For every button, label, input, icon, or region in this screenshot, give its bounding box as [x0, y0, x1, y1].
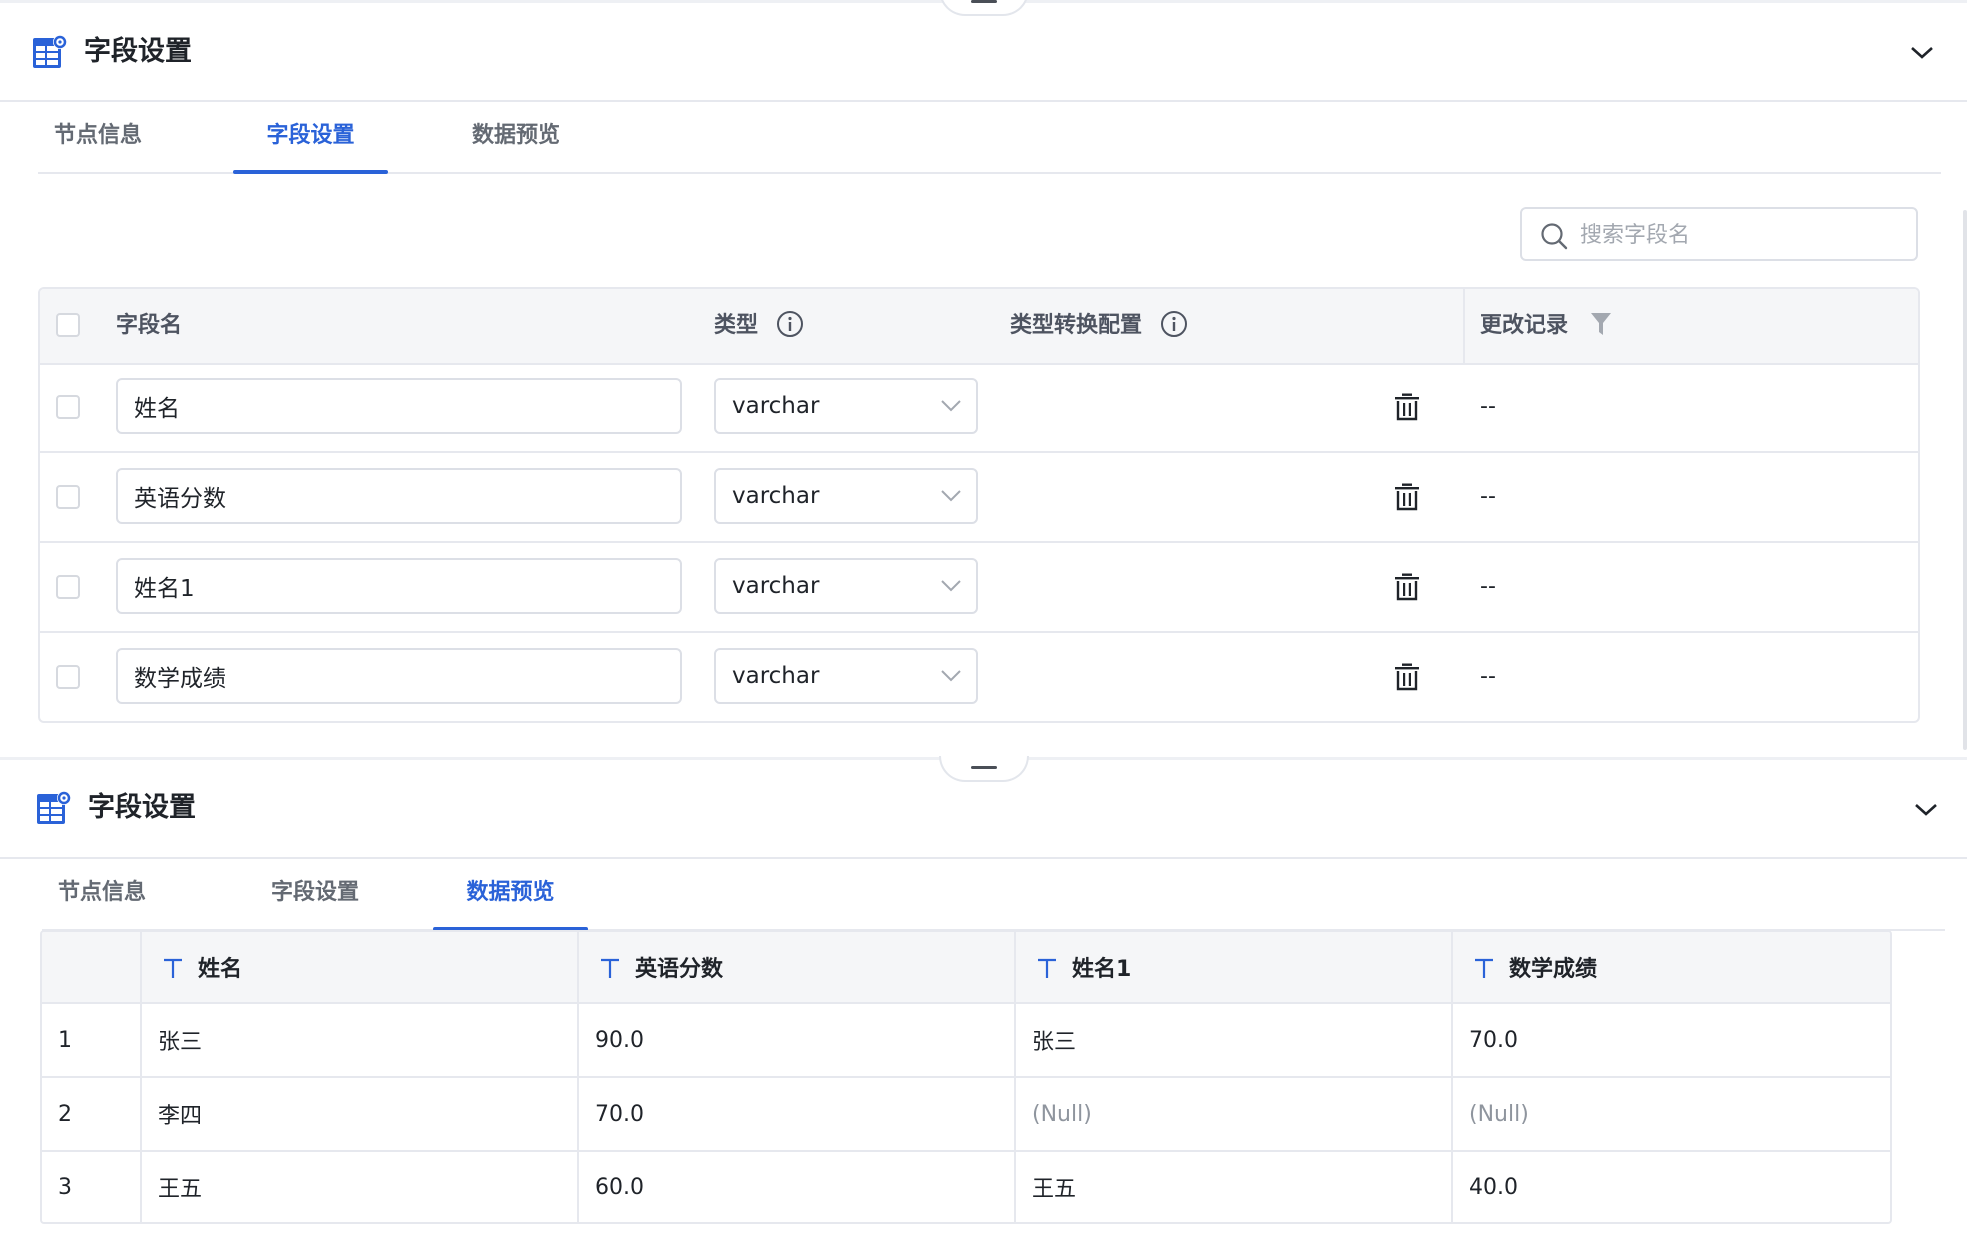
- text-type-icon: [164, 958, 182, 978]
- column-header-field-name: 字段名: [116, 289, 182, 363]
- tab-field-settings[interactable]: 字段设置: [255, 857, 375, 929]
- trash-icon[interactable]: [1392, 572, 1422, 602]
- table-row: varchar --: [40, 633, 1918, 721]
- row-index: 3: [42, 1152, 142, 1222]
- text-type-icon: [1038, 958, 1056, 978]
- text-type-icon: [601, 958, 619, 978]
- tab-node-info[interactable]: 节点信息: [42, 857, 162, 929]
- trash-icon[interactable]: [1392, 482, 1422, 512]
- panel-title: 字段设置: [88, 792, 196, 823]
- column-header: 英语分数: [579, 932, 1016, 1004]
- info-icon[interactable]: [776, 310, 804, 338]
- search-input[interactable]: [1578, 217, 1902, 253]
- tab-bar: 节点信息 字段设置 数据预览: [38, 100, 1941, 174]
- trash-icon[interactable]: [1392, 662, 1422, 692]
- chevron-down-icon: [941, 490, 961, 502]
- table-cell: 60.0: [579, 1152, 1016, 1222]
- column-header-label: 更改记录: [1480, 313, 1569, 338]
- table-row: varchar --: [40, 543, 1918, 633]
- chevron-down-icon[interactable]: [1909, 42, 1935, 62]
- column-header: 姓名1: [1016, 932, 1453, 1004]
- field-table: 字段名 类型 类型转换配置 更改记录 姓名 varchar -- 英语分数 va…: [38, 287, 1920, 723]
- row-checkbox[interactable]: [56, 485, 80, 509]
- column-header-type-conversion: 类型转换配置: [1010, 289, 1188, 363]
- tab-data-preview[interactable]: 数据预览: [433, 857, 588, 931]
- filter-icon[interactable]: [1590, 311, 1612, 337]
- type-select-value: varchar: [732, 663, 820, 689]
- data-preview-table: 姓名 英语分数 姓名1 数学成绩 1 张三 90.0 张三 70.0 2 李四 …: [40, 930, 1892, 1224]
- type-select[interactable]: varchar: [714, 558, 978, 614]
- table-cell: 张三: [142, 1004, 579, 1078]
- type-select[interactable]: varchar: [714, 378, 978, 434]
- table-cell-null: (Null): [1453, 1078, 1890, 1152]
- change-log-value: --: [1480, 484, 1496, 509]
- table-cell: 70.0: [1453, 1004, 1890, 1078]
- tab-node-info[interactable]: 节点信息: [38, 100, 158, 172]
- table-settings-icon: [37, 791, 71, 824]
- table-cell: 王五: [1016, 1152, 1453, 1222]
- row-checkbox[interactable]: [56, 395, 80, 419]
- tab-bar: 节点信息 字段设置 数据预览: [42, 857, 1945, 931]
- table-cell: 李四: [142, 1078, 579, 1152]
- drag-handle-bar: [970, 0, 997, 3]
- table-cell: 王五: [142, 1152, 579, 1222]
- column-header-type: 类型: [714, 289, 804, 363]
- search-box: [1520, 207, 1918, 261]
- column-header-label: 类型: [714, 313, 759, 338]
- row-index-header: [42, 932, 142, 1004]
- row-checkbox[interactable]: [56, 575, 80, 599]
- type-select-value: varchar: [732, 483, 820, 509]
- select-all-checkbox[interactable]: [56, 313, 80, 337]
- field-table-header: 字段名 类型 类型转换配置 更改记录: [40, 289, 1918, 365]
- field-name-input[interactable]: [116, 468, 682, 524]
- column-header-label: 类型转换配置: [1010, 313, 1143, 338]
- chevron-down-icon: [941, 400, 961, 412]
- table-cell: 90.0: [579, 1004, 1016, 1078]
- tab-field-settings[interactable]: 字段设置: [233, 100, 388, 174]
- column-header-change-log: 更改记录: [1480, 289, 1612, 363]
- type-select-value: varchar: [732, 573, 820, 599]
- column-header-label: 姓名: [198, 957, 243, 982]
- row-checkbox[interactable]: [56, 665, 80, 689]
- table-cell: 40.0: [1469, 1174, 1518, 1200]
- field-name-input[interactable]: [116, 378, 682, 434]
- panel-header: 字段设置: [0, 757, 1967, 859]
- chevron-down-icon: [941, 670, 961, 682]
- column-header-label: 英语分数: [635, 957, 724, 982]
- column-header: 数学成绩: [1453, 932, 1890, 1004]
- field-name-input[interactable]: [116, 558, 682, 614]
- tab-data-preview[interactable]: 数据预览: [456, 100, 576, 172]
- change-log-value: --: [1480, 574, 1496, 599]
- table-cell: 张三: [1016, 1004, 1453, 1078]
- search-icon: [1541, 223, 1568, 250]
- change-log-value: --: [1480, 664, 1496, 689]
- column-divider: [1463, 289, 1465, 363]
- column-header-label: 姓名1: [1072, 957, 1132, 982]
- row-index: 1: [42, 1004, 142, 1078]
- table-settings-icon: [33, 35, 67, 68]
- column-header: 姓名: [142, 932, 579, 1004]
- panel-title: 字段设置: [84, 36, 192, 67]
- top-field-settings-panel: 字段设置 节点信息 字段设置 数据预览 字段名 类型: [0, 0, 1967, 757]
- type-select-value: varchar: [732, 393, 820, 419]
- info-icon[interactable]: [1160, 310, 1188, 338]
- table-cell: 70.0: [579, 1078, 1016, 1152]
- chevron-down-icon[interactable]: [1913, 799, 1939, 819]
- trash-icon[interactable]: [1392, 392, 1422, 422]
- table-cell-null: (Null): [1016, 1078, 1453, 1152]
- text-type-icon: [1475, 958, 1493, 978]
- table-row: varchar --: [40, 453, 1918, 543]
- scrollbar[interactable]: [1963, 210, 1967, 750]
- type-select[interactable]: varchar: [714, 468, 978, 524]
- table-row: varchar --: [40, 363, 1918, 453]
- type-select[interactable]: varchar: [714, 648, 978, 704]
- field-name-input[interactable]: [116, 648, 682, 704]
- panel-header: 字段设置: [0, 4, 1967, 102]
- column-header-label: 字段名: [116, 313, 183, 338]
- change-log-value: --: [1480, 394, 1496, 419]
- column-header-label: 数学成绩: [1509, 957, 1598, 982]
- row-index: 2: [42, 1078, 142, 1152]
- chevron-down-icon: [941, 580, 961, 592]
